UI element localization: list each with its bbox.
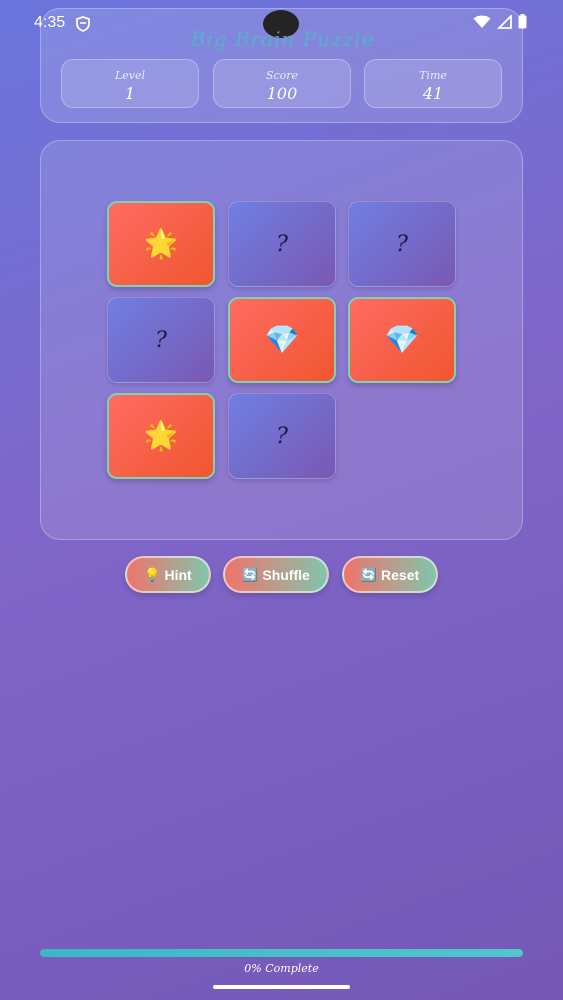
card-symbol: ?: [276, 423, 288, 449]
hint-button[interactable]: 💡 Hint: [125, 556, 211, 593]
score-stat: Score 100: [213, 59, 351, 108]
reset-button[interactable]: 🔄 Reset: [342, 556, 438, 593]
score-label: Score: [265, 69, 299, 82]
progress-label: 0% Complete: [244, 962, 319, 975]
card-3[interactable]: ?: [348, 201, 456, 287]
progress-bar: [40, 949, 523, 957]
card-5[interactable]: 💎: [228, 297, 336, 383]
time-stat: Time 41: [364, 59, 502, 108]
card-symbol: 💎: [264, 323, 300, 356]
card-7[interactable]: 🌟: [107, 393, 215, 479]
game-board: 🌟 ? ? ? 💎 💎 🌟 ?: [40, 140, 523, 540]
card-1[interactable]: 🌟: [107, 201, 215, 287]
card-symbol: 🌟: [143, 227, 179, 260]
card-symbol: ?: [276, 231, 288, 257]
card-8[interactable]: ?: [228, 393, 336, 479]
shuffle-button[interactable]: 🔄 Shuffle: [223, 556, 329, 593]
card-symbol: ?: [155, 327, 167, 353]
time-label: Time: [419, 69, 447, 82]
reset-label: Reset: [381, 566, 420, 583]
reset-icon: 🔄: [360, 566, 378, 582]
card-4[interactable]: ?: [107, 297, 215, 383]
game-title: Big Brain Puzzle: [190, 27, 375, 51]
card-symbol: 🌟: [143, 419, 179, 452]
level-stat: Level 1: [61, 59, 199, 108]
home-indicator[interactable]: [213, 985, 350, 989]
card-6[interactable]: 💎: [348, 297, 456, 383]
card-2[interactable]: ?: [228, 201, 336, 287]
card-symbol: ?: [396, 231, 408, 257]
shuffle-icon: 🔄: [242, 566, 259, 582]
level-label: Level: [114, 69, 146, 82]
score-value: 100: [266, 84, 298, 103]
lightbulb-icon: 💡: [144, 566, 161, 582]
header-panel: Big Brain Puzzle Level 1 Score 100 Time …: [40, 8, 523, 123]
hint-label: Hint: [164, 566, 192, 583]
time-value: 41: [422, 84, 444, 103]
level-value: 1: [124, 84, 136, 103]
card-symbol: 💎: [384, 323, 420, 356]
shuffle-label: Shuffle: [262, 566, 310, 583]
